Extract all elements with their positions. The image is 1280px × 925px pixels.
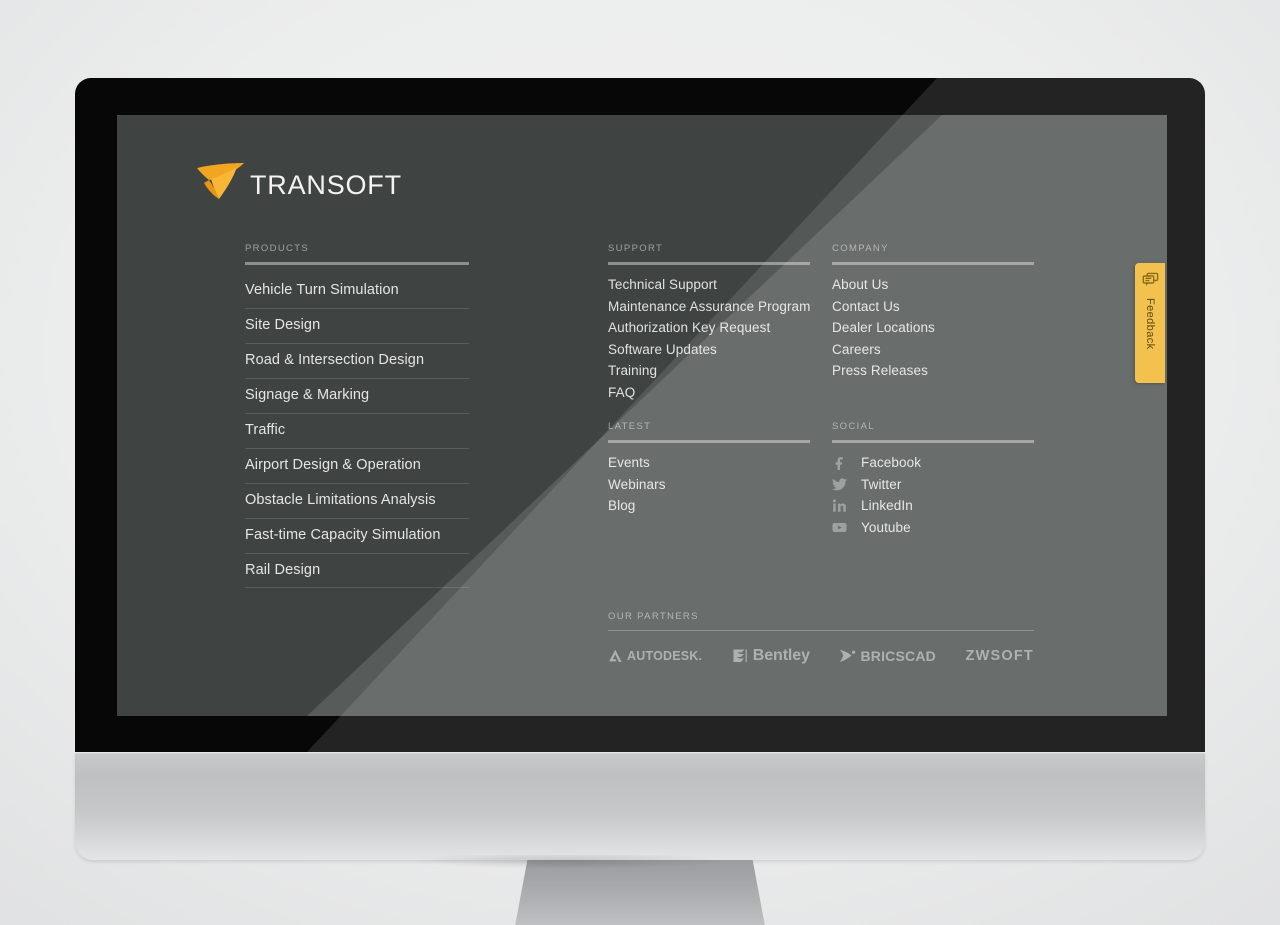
latest-heading: LATEST bbox=[608, 421, 652, 432]
social-heading-rule bbox=[832, 440, 1034, 443]
company-heading-rule bbox=[832, 262, 1034, 265]
partners-heading: OUR PARTNERS bbox=[608, 611, 699, 622]
autodesk-label: AUTODESK. bbox=[627, 649, 703, 663]
footer-column-partners: OUR PARTNERS AUTODESK. Bentley BRICSCAD … bbox=[608, 611, 1034, 665]
bentley-label: Bentley bbox=[752, 647, 810, 664]
support-link-technical-support[interactable]: Technical Support bbox=[608, 274, 810, 296]
products-heading-rule bbox=[245, 262, 469, 265]
bentley-logo-icon bbox=[732, 648, 749, 664]
partner-bentley[interactable]: Bentley bbox=[732, 647, 810, 665]
facebook-icon bbox=[832, 455, 847, 471]
product-link-obstacle-limitations-analysis[interactable]: Obstacle Limitations Analysis bbox=[245, 484, 469, 519]
social-link-facebook[interactable]: Facebook bbox=[832, 452, 1034, 474]
support-heading: SUPPORT bbox=[608, 243, 664, 254]
feedback-tab[interactable]: Feedback bbox=[1135, 263, 1165, 383]
monitor-chin bbox=[75, 752, 1205, 860]
website-footer-page: TRANSOFT PRODUCTS Vehicle Turn Simulatio… bbox=[117, 115, 1167, 716]
company-link-about-us[interactable]: About Us bbox=[832, 274, 1034, 296]
social-label-youtube: Youtube bbox=[861, 519, 911, 535]
support-heading-rule bbox=[608, 262, 810, 265]
footer-column-support: SUPPORT Technical Support Maintenance As… bbox=[608, 243, 810, 403]
product-link-traffic[interactable]: Traffic bbox=[245, 414, 469, 449]
footer-column-latest: LATEST Events Webinars Blog bbox=[608, 421, 810, 517]
support-link-authorization-key-request[interactable]: Authorization Key Request bbox=[608, 317, 810, 339]
latest-link-events[interactable]: Events bbox=[608, 452, 810, 474]
partner-logo-list: AUTODESK. Bentley BRICSCAD ZWSOFT bbox=[608, 647, 1034, 665]
support-link-maintenance-assurance-program[interactable]: Maintenance Assurance Program bbox=[608, 296, 810, 318]
youtube-icon bbox=[832, 520, 847, 535]
logo-wordmark: TRANSOFT bbox=[250, 170, 402, 200]
product-link-site-design[interactable]: Site Design bbox=[245, 309, 469, 344]
company-link-press-releases[interactable]: Press Releases bbox=[832, 360, 1034, 382]
product-link-vehicle-turn-simulation[interactable]: Vehicle Turn Simulation bbox=[245, 274, 469, 309]
support-link-faq[interactable]: FAQ bbox=[608, 382, 810, 404]
social-link-twitter[interactable]: Twitter bbox=[832, 474, 1034, 496]
social-label-facebook: Facebook bbox=[861, 455, 922, 470]
product-link-fast-time-capacity-simulation[interactable]: Fast-time Capacity Simulation bbox=[245, 519, 469, 554]
product-link-road-intersection-design[interactable]: Road & Intersection Design bbox=[245, 344, 469, 379]
product-link-signage-marking[interactable]: Signage & Marking bbox=[245, 379, 469, 414]
company-link-careers[interactable]: Careers bbox=[832, 339, 1034, 361]
company-link-contact-us[interactable]: Contact Us bbox=[832, 296, 1034, 318]
twitter-icon bbox=[832, 477, 847, 492]
social-label-twitter: Twitter bbox=[861, 476, 902, 492]
social-link-youtube[interactable]: Youtube bbox=[832, 517, 1034, 539]
social-heading: SOCIAL bbox=[832, 421, 875, 432]
latest-heading-rule bbox=[608, 440, 810, 443]
social-link-linkedin[interactable]: LinkedIn bbox=[832, 495, 1034, 517]
products-heading: PRODUCTS bbox=[245, 243, 310, 254]
social-label-linkedin: LinkedIn bbox=[861, 498, 913, 513]
company-heading: COMPANY bbox=[832, 243, 889, 254]
latest-link-blog[interactable]: Blog bbox=[608, 495, 810, 517]
monitor-bezel: TRANSOFT PRODUCTS Vehicle Turn Simulatio… bbox=[75, 78, 1205, 752]
site-logo[interactable]: TRANSOFT bbox=[195, 160, 402, 202]
zwsoft-label: ZWSOFT bbox=[965, 648, 1034, 664]
speech-bubbles-icon bbox=[1142, 272, 1159, 288]
bricscad-logo-icon bbox=[839, 649, 856, 663]
footer-column-company: COMPANY About Us Contact Us Dealer Locat… bbox=[832, 243, 1034, 382]
partner-zwsoft[interactable]: ZWSOFT bbox=[966, 648, 1034, 664]
partner-autodesk[interactable]: AUTODESK. bbox=[608, 649, 702, 663]
stand-shadow bbox=[410, 855, 720, 869]
feedback-label: Feedback bbox=[1144, 298, 1156, 350]
monitor-screen: TRANSOFT PRODUCTS Vehicle Turn Simulatio… bbox=[117, 115, 1167, 716]
partner-bricscad[interactable]: BRICSCAD bbox=[839, 648, 936, 664]
footer-column-social: SOCIAL Facebook Twitter LinkedIn Youtube bbox=[832, 421, 1034, 538]
bricscad-label: BRICSCAD bbox=[860, 648, 936, 664]
support-link-training[interactable]: Training bbox=[608, 360, 810, 382]
latest-link-webinars[interactable]: Webinars bbox=[608, 474, 810, 496]
partners-heading-rule bbox=[608, 630, 1034, 631]
product-link-rail-design[interactable]: Rail Design bbox=[245, 554, 469, 589]
linkedin-icon bbox=[832, 498, 847, 513]
monitor-stand bbox=[512, 860, 768, 925]
desktop-monitor: TRANSOFT PRODUCTS Vehicle Turn Simulatio… bbox=[75, 78, 1205, 925]
autodesk-logo-icon bbox=[608, 649, 623, 663]
support-link-software-updates[interactable]: Software Updates bbox=[608, 339, 810, 361]
transoft-swoosh-logo-icon bbox=[195, 160, 247, 202]
company-link-dealer-locations[interactable]: Dealer Locations bbox=[832, 317, 1034, 339]
footer-column-products: PRODUCTS Vehicle Turn Simulation Site De… bbox=[245, 243, 469, 589]
product-link-airport-design-operation[interactable]: Airport Design & Operation bbox=[245, 449, 469, 484]
